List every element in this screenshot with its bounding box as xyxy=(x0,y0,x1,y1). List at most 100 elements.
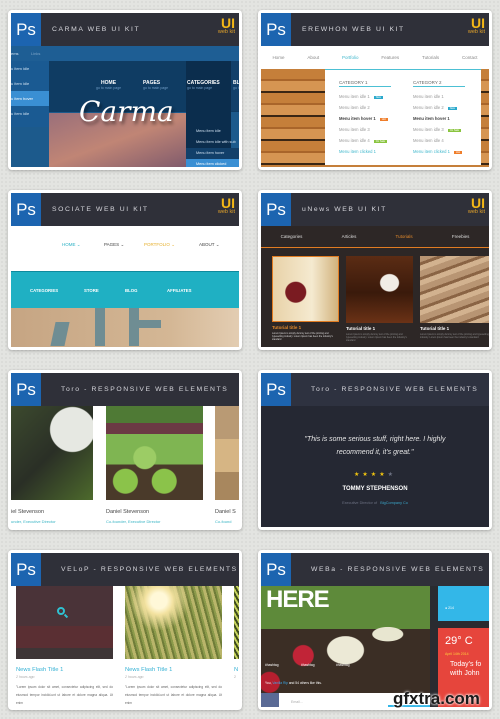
kit-header: Ps uNews WEB UI KIT UI web kit xyxy=(261,193,489,226)
main-nav: Home About Portfolio Features Tutorials … xyxy=(261,46,489,69)
post-card[interactable]: Tutorial title 1 Lorem Ipsum is simply d… xyxy=(420,256,489,342)
nav-home[interactable]: HOME go to main page xyxy=(96,80,121,90)
post-card[interactable]: Tutorial title 1 Lorem Ipsum is simply d… xyxy=(272,256,339,341)
news-title[interactable]: News Flash Title 1 xyxy=(125,667,222,673)
post-card[interactable]: Tutorial title 1 Lorem Ipsum is simply d… xyxy=(346,256,413,342)
nav-home[interactable]: Home xyxy=(272,55,284,60)
menu-item[interactable]: Menu item idle 1 New xyxy=(339,94,388,105)
star-icon: ★ xyxy=(387,472,396,478)
menu-item[interactable]: Menu item idle 3 On Sale xyxy=(413,127,462,138)
left-menu: u item idle u item idle u item hover u i… xyxy=(11,61,49,127)
user-link[interactable]: Vanilla Rip xyxy=(272,681,288,685)
nav-categories[interactable]: CATEGORIES go to main page xyxy=(187,80,220,90)
news-time: 2 hours ago xyxy=(125,675,144,679)
left-menu-item[interactable]: u item idle xyxy=(11,61,49,76)
news-image-barn[interactable] xyxy=(16,586,113,659)
dropdown-item[interactable]: Menu item idle xyxy=(186,126,239,137)
left-menu-item[interactable]: u item idle xyxy=(11,76,49,91)
nav-articles[interactable]: Articles xyxy=(342,234,357,239)
nav-pages[interactable]: PAGES go to main page xyxy=(143,80,168,90)
kit-title: Toro - RESPONSIVE WEB ELEMENTS xyxy=(61,386,229,393)
nav-freebies[interactable]: Freebies xyxy=(452,234,470,239)
news-item[interactable]: N 2 xyxy=(234,586,239,679)
team-member[interactable]: Daniel S Co-found xyxy=(215,406,239,524)
left-menu-item[interactable]: u item idle xyxy=(11,106,49,121)
topnav-items[interactable]: ems xyxy=(11,51,19,56)
menu-item[interactable]: Menu item idle 4 xyxy=(413,138,462,149)
nav-tutorials[interactable]: Tutorials xyxy=(422,55,439,60)
news-title[interactable]: N xyxy=(234,667,239,673)
nav-categories[interactable]: Categories xyxy=(281,234,303,239)
card-unews[interactable]: Ps uNews WEB UI KIT UI web kit Categories… xyxy=(258,190,492,350)
kit-header: Ps EREWHON WEB UI KIT UI web kit xyxy=(261,13,489,46)
member-role: Co-founder, Executive Director xyxy=(106,519,161,524)
subnav-affiliates[interactable]: AFFILIATES xyxy=(167,288,192,293)
portfolio-megamenu: CATEGORY 1 CATEGORY 2 Menu item idle 1 Ne… xyxy=(325,69,481,165)
nav-portfolio[interactable]: Portfolio xyxy=(342,55,359,60)
menu-item[interactable]: Menu item hover 1 xyxy=(413,116,462,127)
ui-kit-badge: UI web kit xyxy=(467,195,485,215)
kit-header: Ps VELoP - RESPONSIVE WEB ELEMENTS xyxy=(11,553,239,586)
nav-features[interactable]: Features xyxy=(381,55,399,60)
menu-item[interactable]: Menu item idle 1 xyxy=(413,94,462,105)
hashtag[interactable]: #hashtag xyxy=(265,663,279,667)
temperature: 29° C xyxy=(445,635,473,647)
left-menu-item[interactable]: u item hover xyxy=(11,91,49,106)
card-erewhon[interactable]: Ps EREWHON WEB UI KIT UI web kit Home Abo… xyxy=(258,10,492,170)
news-title[interactable]: News Flash Title 1 xyxy=(16,667,113,673)
menu-item[interactable]: Menu item hover 1 Hot xyxy=(339,116,388,127)
subnav-blog[interactable]: BLOG xyxy=(125,288,137,293)
card-toro-testimonial[interactable]: Ps Toro - RESPONSIVE WEB ELEMENTS "This … xyxy=(258,370,492,530)
news-item[interactable]: News Flash Title 1 2 hours ago "Lorem ip… xyxy=(16,586,113,707)
email-input[interactable]: Email... xyxy=(291,700,303,704)
topnav-links[interactable]: Links xyxy=(31,51,40,56)
photoshop-logo: Ps xyxy=(261,193,291,226)
nav-about[interactable]: About xyxy=(307,55,319,60)
member-name: Daniel S xyxy=(215,509,236,515)
dropdown-item[interactable]: Menu item hover xyxy=(186,148,239,159)
team-member[interactable]: iel Stevenson under, Executive Director xyxy=(11,406,93,524)
news-item[interactable]: News Flash Title 1 2 hours ago "Lorem ip… xyxy=(125,586,222,707)
company-link[interactable]: BigCompany Co xyxy=(380,501,408,505)
badge-new: New xyxy=(373,96,383,99)
photoshop-logo: Ps xyxy=(11,553,41,586)
dropdown-item[interactable]: Menu item clicked xyxy=(186,159,239,167)
news-excerpt: "Lorem ipsum dolor sit amet, consectetur… xyxy=(16,685,113,705)
kit-title: SOCIATE WEB UI KIT xyxy=(52,206,149,213)
nav-about[interactable]: ABOUT ⌄ xyxy=(199,242,219,248)
nav-home[interactable]: HOME ⌄ xyxy=(62,242,81,248)
card-velop[interactable]: Ps VELoP - RESPONSIVE WEB ELEMENTS News … xyxy=(8,550,242,710)
sub-nav-bar: CATEGORIES STORE BLOG AFFILIATES xyxy=(11,271,239,308)
nav-contact[interactable]: Contact xyxy=(462,55,478,60)
menu-item[interactable]: Menu item idle 2 xyxy=(339,105,388,116)
menu-item[interactable]: Menu item idle 4 On Sale xyxy=(339,138,388,149)
menu-item[interactable]: Menu item clicked 1 Hot xyxy=(413,149,463,160)
kit-header: Ps Toro - RESPONSIVE WEB ELEMENTS xyxy=(261,373,489,406)
news-time: 2 hours ago xyxy=(16,675,35,679)
card-weba[interactable]: Ps WEBa - RESPONSIVE WEB ELEMENTS HERE #… xyxy=(258,550,492,710)
nav-tutorials[interactable]: Tutorials xyxy=(396,234,413,239)
comments-tile[interactable]: ● 214 xyxy=(438,586,489,621)
dropdown-item[interactable]: Menu item idle with sub xyxy=(186,137,239,148)
news-time: 2 xyxy=(234,675,236,679)
photoshop-logo: Ps xyxy=(261,13,291,46)
menu-item[interactable]: Menu item idle 3 xyxy=(339,127,388,138)
nav-portfolio[interactable]: PORTFOLIO ⌄ xyxy=(144,242,175,248)
chevron-down-icon: ⌄ xyxy=(215,242,220,247)
subnav-categories[interactable]: CATEGORIES xyxy=(30,288,58,293)
nav-blog[interactable]: BLO go to xyxy=(233,80,239,90)
today-line-1: Today's fo xyxy=(450,661,482,668)
team-member[interactable]: Daniel Stevenson Co-founder, Executive D… xyxy=(106,406,203,524)
card-toro-team[interactable]: Ps Toro - RESPONSIVE WEB ELEMENTS iel St… xyxy=(8,370,242,530)
kit-title: WEBa - RESPONSIVE WEB ELEMENTS xyxy=(311,566,485,573)
kit-title: uNews WEB UI KIT xyxy=(302,206,387,213)
card-sociate[interactable]: Ps SOCIATE WEB UI KIT UI web kit HOME ⌄ P… xyxy=(8,190,242,350)
hashtag[interactable]: #hashtag xyxy=(336,663,350,667)
menu-item[interactable]: Menu item idle 2 New xyxy=(413,105,462,116)
menu-item[interactable]: Menu item clicked 1 xyxy=(339,149,388,160)
hashtag[interactable]: #hashtag xyxy=(301,663,315,667)
news-excerpt: "Lorem ipsum dolor sit amet, consectetur… xyxy=(125,685,222,705)
card-carma[interactable]: Ps CARMA WEB UI KIT UI web kit ems Links … xyxy=(8,10,242,170)
subnav-store[interactable]: STORE xyxy=(84,288,99,293)
nav-pages[interactable]: PAGES ⌄ xyxy=(104,242,124,248)
